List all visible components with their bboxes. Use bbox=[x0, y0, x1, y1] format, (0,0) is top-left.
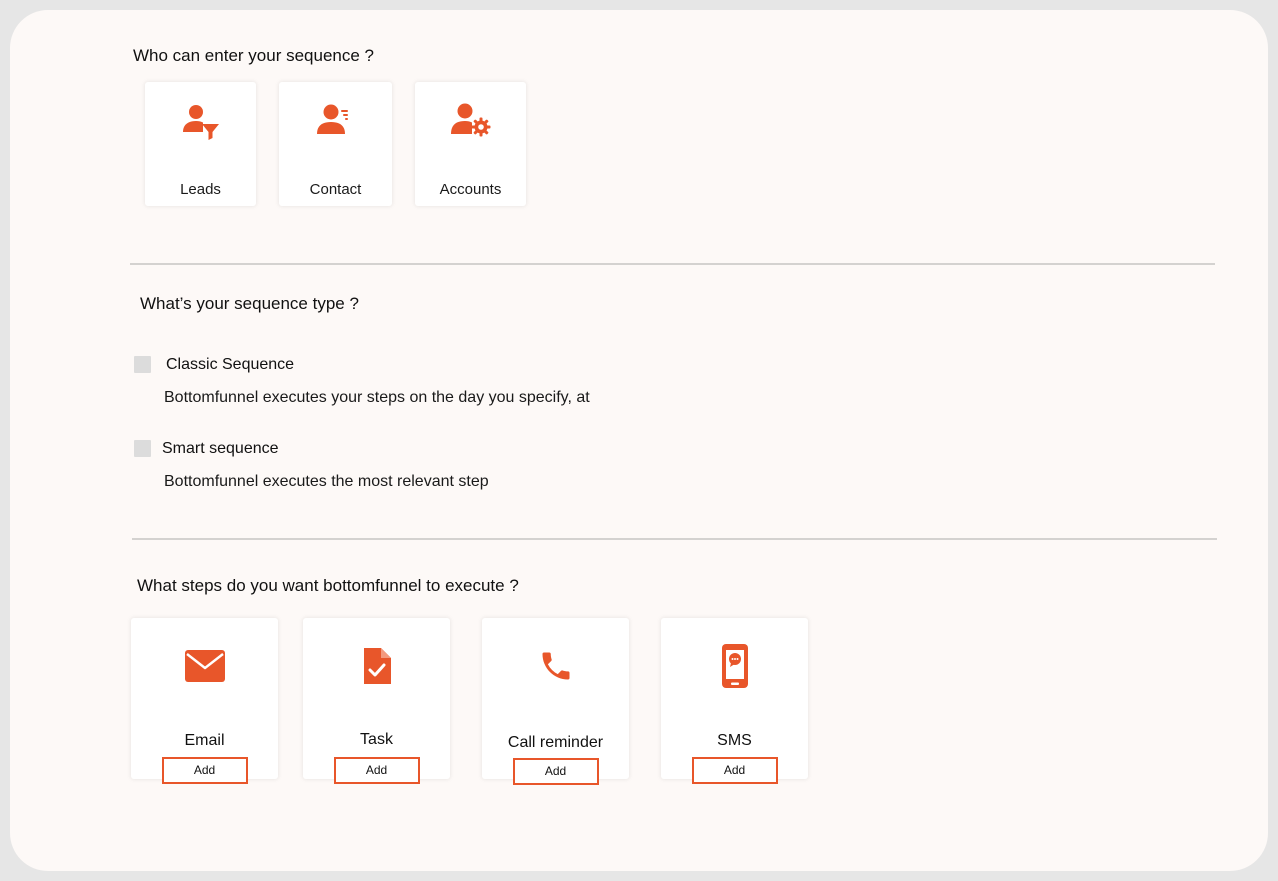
step-card-email: Email Add bbox=[131, 618, 278, 784]
add-call-reminder-button[interactable]: Add bbox=[512, 758, 599, 785]
add-task-button[interactable]: Add bbox=[333, 757, 420, 784]
classic-sequence-checkbox[interactable] bbox=[134, 356, 151, 373]
step-label: Email bbox=[184, 732, 225, 749]
user-filter-icon bbox=[181, 102, 221, 142]
user-list-icon bbox=[316, 102, 356, 142]
sequence-type-heading: What’s your sequence type ? bbox=[140, 294, 359, 313]
entry-option-label: Leads bbox=[180, 181, 221, 198]
add-email-button[interactable]: Add bbox=[161, 757, 248, 784]
smart-sequence-checkbox[interactable] bbox=[134, 440, 151, 457]
user-gear-icon bbox=[450, 102, 491, 142]
section-divider bbox=[132, 538, 1217, 540]
classic-sequence-title: Classic Sequence bbox=[166, 356, 295, 373]
add-sms-button[interactable]: Add bbox=[691, 757, 778, 784]
steps-section-heading: What steps do you want bottomfunnel to e… bbox=[137, 576, 519, 595]
entry-option-leads[interactable]: Leads bbox=[145, 82, 256, 206]
task-document-icon bbox=[353, 642, 401, 690]
entry-option-label: Accounts bbox=[439, 181, 502, 198]
step-label: Task bbox=[360, 731, 393, 748]
mobile-sms-icon bbox=[711, 642, 759, 690]
section-divider bbox=[130, 263, 1215, 265]
smart-sequence-title: Smart sequence bbox=[162, 440, 279, 457]
smart-sequence-description: Bottomfunnel executes the most relevant … bbox=[164, 473, 489, 490]
step-card-sms: SMS Add bbox=[661, 618, 808, 784]
step-card-call-reminder: Call reminder Add bbox=[482, 618, 629, 785]
step-label: Call reminder bbox=[507, 734, 604, 751]
step-card-task: Task Add bbox=[303, 618, 450, 784]
classic-sequence-description: Bottomfunnel executes your steps on the … bbox=[164, 389, 590, 406]
step-label: SMS bbox=[717, 732, 752, 749]
entry-option-contact[interactable]: Contact bbox=[279, 82, 392, 206]
phone-icon bbox=[532, 642, 580, 690]
envelope-icon bbox=[181, 642, 229, 690]
entry-option-label: Contact bbox=[309, 181, 362, 198]
entry-section-heading: Who can enter your sequence ? bbox=[133, 46, 374, 65]
entry-option-accounts[interactable]: Accounts bbox=[415, 82, 526, 206]
